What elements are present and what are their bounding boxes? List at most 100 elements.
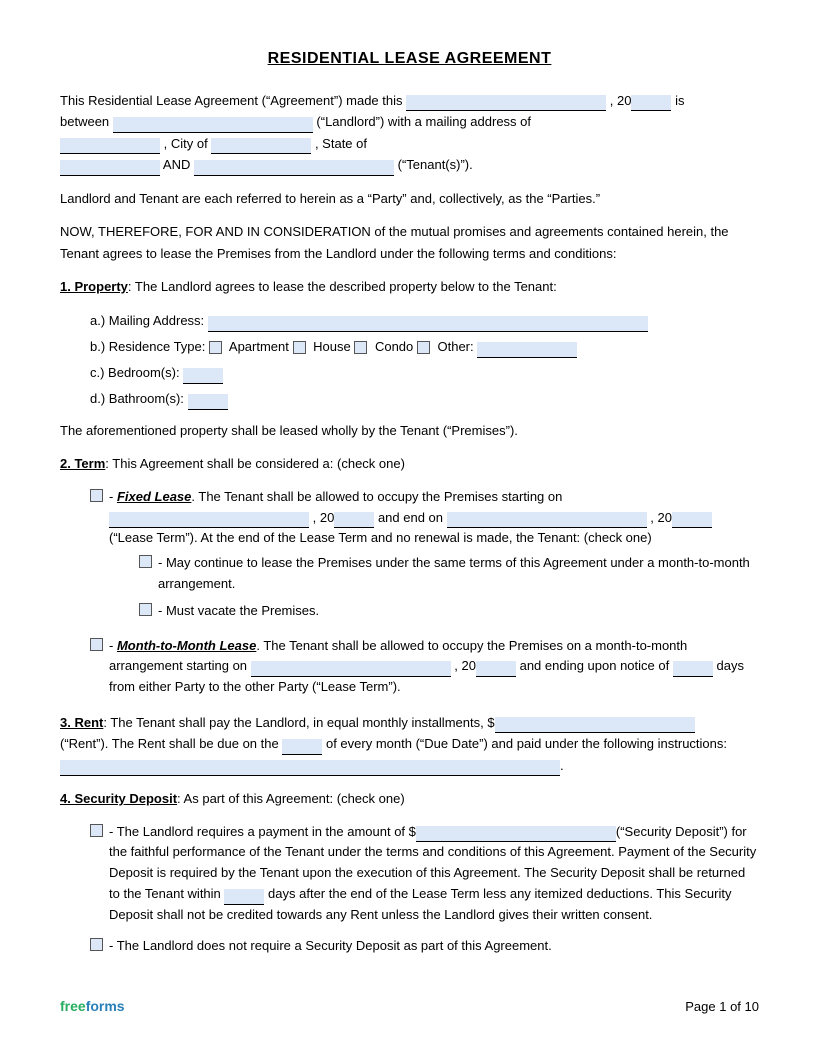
month-start-year-field[interactable] bbox=[476, 661, 516, 677]
landlord-name-field[interactable] bbox=[113, 117, 313, 133]
mailing-address-field[interactable] bbox=[208, 316, 648, 332]
fixed-lease-row: - Fixed Lease. The Tenant shall be allow… bbox=[90, 487, 759, 628]
fixed-start-year-field[interactable] bbox=[334, 512, 374, 528]
apartment-label: Apartment bbox=[226, 339, 289, 354]
property-item-bedrooms: c.) Bedroom(s): bbox=[90, 362, 759, 384]
apartment-checkbox[interactable] bbox=[209, 341, 222, 354]
intro-line1-pre: This Residential Lease Agreement (“Agree… bbox=[60, 93, 403, 108]
other-checkbox[interactable] bbox=[417, 341, 430, 354]
property-list: a.) Mailing Address: b.) Residence Type:… bbox=[90, 310, 759, 410]
intro-line3-post: , State of bbox=[315, 136, 367, 151]
other-label: Other: bbox=[434, 339, 474, 354]
document-title: RESIDENTIAL LEASE AGREEMENT bbox=[60, 50, 759, 68]
condo-checkbox[interactable] bbox=[354, 341, 367, 354]
section3-text3: of every month (“Due Date”) and paid und… bbox=[326, 736, 727, 751]
fixed-lease-content: - Fixed Lease. The Tenant shall be allow… bbox=[109, 487, 759, 628]
month-lease-text2: , 20 bbox=[454, 658, 476, 673]
section1-heading-line: 1. Property: The Landlord agrees to leas… bbox=[60, 276, 759, 297]
security-deposit-text1: - The Landlord requires a payment in the… bbox=[109, 824, 416, 839]
document-footer: freeforms Page 1 of 10 bbox=[60, 998, 759, 1014]
section1-heading: 1. Property bbox=[60, 279, 128, 294]
intro-paragraph: This Residential Lease Agreement (“Agree… bbox=[60, 90, 759, 176]
intro-line1-post: is bbox=[675, 93, 684, 108]
fixed-end-date-field[interactable] bbox=[447, 512, 647, 528]
section1-footer: The aforementioned property shall be lea… bbox=[60, 420, 759, 441]
condo-label: Condo bbox=[371, 339, 413, 354]
mailing-address-label: a.) Mailing Address: bbox=[90, 313, 204, 328]
fixed-lease-text2: , 20 bbox=[313, 510, 335, 525]
no-security-deposit-checkbox[interactable] bbox=[90, 938, 103, 951]
intro-line2-pre: between bbox=[60, 114, 109, 129]
fixed-lease-text5: (“Lease Term”). At the end of the Lease … bbox=[109, 530, 652, 545]
section2-heading-line: 2. Term: This Agreement shall be conside… bbox=[60, 453, 759, 474]
state-field[interactable] bbox=[60, 160, 160, 176]
house-label: House bbox=[310, 339, 351, 354]
security-deposit-amount-field[interactable] bbox=[416, 826, 616, 842]
address-field[interactable] bbox=[60, 138, 160, 154]
month-lease-dash: - bbox=[109, 638, 117, 653]
tenant-name-field[interactable] bbox=[194, 160, 394, 176]
intro-and: AND bbox=[163, 157, 190, 172]
section2-heading: 2. Term bbox=[60, 456, 105, 471]
fixed-end-year-field[interactable] bbox=[672, 512, 712, 528]
section4-text: : As part of this Agreement: (check one) bbox=[177, 791, 405, 806]
no-security-deposit-row: - The Landlord does not require a Securi… bbox=[90, 936, 759, 957]
fixed-lease-label: Fixed Lease bbox=[117, 489, 191, 504]
section3-heading: 3. Rent bbox=[60, 715, 103, 730]
month-lease-text3: and ending upon notice of bbox=[520, 658, 670, 673]
section1-text: : The Landlord agrees to lease the descr… bbox=[128, 279, 557, 294]
continue-lease-checkbox[interactable] bbox=[139, 555, 152, 568]
bedrooms-field[interactable] bbox=[183, 368, 223, 384]
section3-paragraph: 3. Rent: The Tenant shall pay the Landlo… bbox=[60, 712, 759, 776]
brand-free: free bbox=[60, 998, 86, 1014]
vacate-text: - Must vacate the Premises. bbox=[158, 601, 319, 622]
security-deposit-option1-row: - The Landlord requires a payment in the… bbox=[90, 822, 759, 926]
bedrooms-label: c.) Bedroom(s): bbox=[90, 365, 180, 380]
year-field[interactable] bbox=[631, 95, 671, 111]
month-start-date-field[interactable] bbox=[251, 661, 451, 677]
section2-text: : This Agreement shall be considered a: … bbox=[105, 456, 405, 471]
section4-heading-line: 4. Security Deposit: As part of this Agr… bbox=[60, 788, 759, 809]
intro-line1-mid: , 20 bbox=[610, 93, 632, 108]
security-deposit-option1-text: - The Landlord requires a payment in the… bbox=[109, 822, 759, 926]
city-field[interactable] bbox=[211, 138, 311, 154]
rent-instructions-field[interactable] bbox=[60, 760, 560, 776]
parties-note: Landlord and Tenant are each referred to… bbox=[60, 188, 759, 209]
bathrooms-label: d.) Bathroom(s): bbox=[90, 391, 184, 406]
fixed-lease-dash: - bbox=[109, 489, 117, 504]
consideration-text: NOW, THEREFORE, FOR AND IN CONSIDERATION… bbox=[60, 221, 759, 264]
fixed-lease-text1: . The Tenant shall be allowed to occupy … bbox=[191, 489, 562, 504]
property-item-residence: b.) Residence Type: Apartment House Cond… bbox=[90, 336, 759, 358]
security-return-days-field[interactable] bbox=[224, 889, 264, 905]
residence-type-label: b.) Residence Type: bbox=[90, 339, 205, 354]
rent-due-day-field[interactable] bbox=[282, 739, 322, 755]
intro-line4-post: (“Tenant(s)”). bbox=[398, 157, 473, 172]
section3-text1: : The Tenant shall pay the Landlord, in … bbox=[103, 715, 494, 730]
other-field[interactable] bbox=[477, 342, 577, 358]
month-lease-checkbox[interactable] bbox=[90, 638, 103, 651]
agreement-date-field[interactable] bbox=[406, 95, 606, 111]
section3-text2: (“Rent”). The Rent shall be due on the bbox=[60, 736, 279, 751]
continue-lease-text: - May continue to lease the Premises und… bbox=[158, 553, 759, 595]
security-deposit-checkbox[interactable] bbox=[90, 824, 103, 837]
month-lease-content: - Month-to-Month Lease. The Tenant shall… bbox=[109, 636, 759, 698]
fixed-start-date-field[interactable] bbox=[109, 512, 309, 528]
month-notice-days-field[interactable] bbox=[673, 661, 713, 677]
page-number: Page 1 of 10 bbox=[685, 999, 759, 1014]
bathrooms-field[interactable] bbox=[188, 394, 228, 410]
property-item-bathrooms: d.) Bathroom(s): bbox=[90, 388, 759, 410]
intro-line2-mid: (“Landlord”) with a mailing address of bbox=[316, 114, 531, 129]
month-lease-row: - Month-to-Month Lease. The Tenant shall… bbox=[90, 636, 759, 698]
brand-logo: freeforms bbox=[60, 998, 125, 1014]
continue-lease-row: - May continue to lease the Premises und… bbox=[139, 553, 759, 595]
fixed-lease-text3: and end on bbox=[378, 510, 443, 525]
no-security-deposit-text: - The Landlord does not require a Securi… bbox=[109, 936, 552, 957]
rent-amount-field[interactable] bbox=[495, 717, 695, 733]
house-checkbox[interactable] bbox=[293, 341, 306, 354]
fixed-lease-checkbox[interactable] bbox=[90, 489, 103, 502]
month-lease-label: Month-to-Month Lease bbox=[117, 638, 256, 653]
vacate-checkbox[interactable] bbox=[139, 603, 152, 616]
intro-line3-city-pre: , City of bbox=[164, 136, 208, 151]
fixed-lease-text4: , 20 bbox=[650, 510, 672, 525]
property-item-address: a.) Mailing Address: bbox=[90, 310, 759, 332]
